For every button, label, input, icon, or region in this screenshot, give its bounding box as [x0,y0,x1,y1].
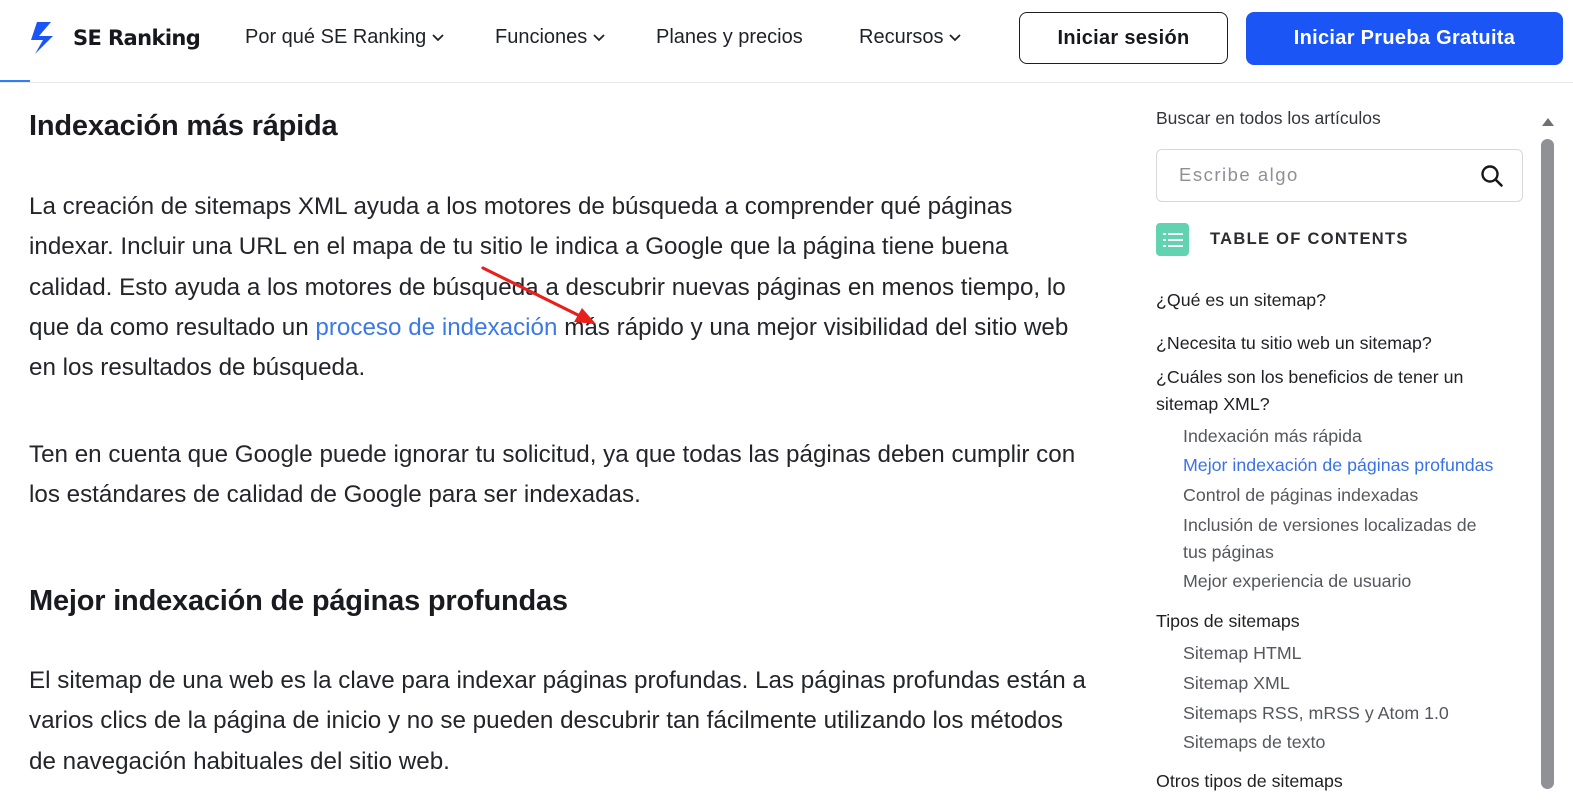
toc-title: TABLE OF CONTENTS [1210,230,1409,248]
logo-text: SE Ranking [73,26,201,50]
se-ranking-logo-icon [31,22,53,54]
site-header: SE Ranking Por qué SE Ranking Funciones … [0,0,1573,83]
search-icon[interactable] [1480,164,1504,188]
sidebar-scrollbar[interactable] [1537,112,1559,802]
chevron-down-icon [949,33,962,41]
paragraph: El sitemap de una web es la clave para i… [29,667,1086,775]
nav-label: Por qué SE Ranking [245,26,427,48]
toc-subitem[interactable]: Sitemap HTML [1183,643,1302,664]
login-button[interactable]: Iniciar sesión [1019,12,1228,64]
logo[interactable]: SE Ranking [29,20,201,56]
nav-label: Planes y precios [656,26,803,48]
toc-item[interactable]: ¿Necesita tu sitio web un sitemap? [1156,333,1432,354]
nav-funciones[interactable]: Funciones [495,26,605,49]
toc-subitem[interactable]: Control de páginas indexadas [1183,485,1418,506]
toc-subitem[interactable]: Mejor experiencia de usuario [1183,571,1411,592]
nav-planes-y-precios[interactable]: Planes y precios [656,26,803,49]
toc-header: TABLE OF CONTENTS [1156,223,1409,256]
scrollbar-thumb[interactable] [1541,139,1554,789]
scroll-up-arrow-icon[interactable] [1542,118,1554,126]
toc-item[interactable]: Tipos de sitemaps [1156,611,1300,632]
toc-subitem[interactable]: Sitemaps RSS, mRSS y Atom 1.0 [1183,703,1449,724]
paragraph: Ten en cuenta que Google puede ignorar t… [29,441,1076,509]
toc-subitem[interactable]: Inclusión de versiones localizadas de [1183,515,1477,536]
search-label: Buscar en todos los artículos [1156,108,1381,128]
chevron-down-icon [432,33,444,41]
toc-item[interactable]: Otros tipos de sitemaps [1156,771,1343,792]
free-trial-button[interactable]: Iniciar Prueba Gratuita [1246,12,1563,65]
nav-por-que-se-ranking[interactable]: Por qué SE Ranking [245,26,444,49]
header-accent-line [0,80,30,82]
section-heading: Indexación más rápida [29,110,338,142]
list-icon [1156,223,1189,256]
toc-subitem[interactable]: Sitemaps de texto [1183,732,1325,753]
nav-label: Funciones [495,26,588,48]
toc-item[interactable]: sitemap XML? [1156,394,1270,415]
search-box [1156,149,1523,202]
section-heading: Mejor indexación de páginas profundas [29,585,568,617]
annotation-arrow-icon [481,266,596,324]
toc-subitem[interactable]: tus páginas [1183,542,1274,563]
search-input[interactable] [1179,164,1469,186]
toc-item[interactable]: ¿Cuáles son los beneficios de tener un [1156,367,1463,388]
toc-subitem-active[interactable]: Mejor indexación de páginas profundas [1183,455,1493,476]
sidebar: Buscar en todos los artículos TABLE OF C… [1156,108,1528,791]
toc-item[interactable]: ¿Qué es un sitemap? [1156,290,1326,311]
nav-label: Recursos [859,26,944,48]
toc-subitem[interactable]: Indexación más rápida [1183,426,1362,447]
chevron-down-icon [593,33,605,41]
toc-subitem[interactable]: Sitemap XML [1183,673,1290,694]
nav-recursos[interactable]: Recursos [859,26,962,49]
